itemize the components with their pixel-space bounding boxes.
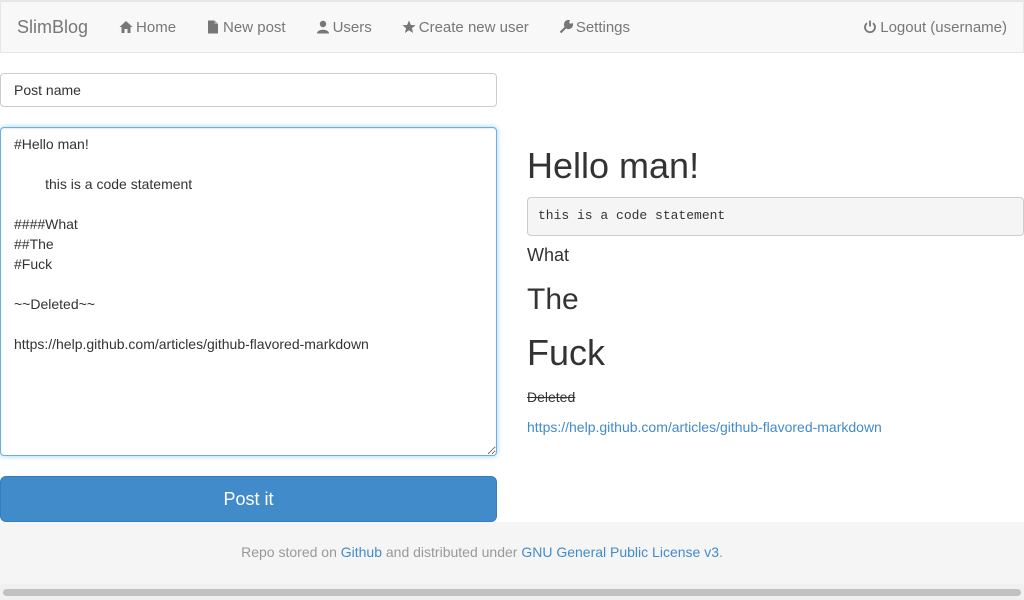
logout-link[interactable]: Logout (username) [848,2,1022,52]
navbar: SlimBlog Home New post Users Create new … [0,0,1024,53]
markdown-preview: Hello man! this is a code statement What… [527,140,1024,437]
nav-item-users[interactable]: Users [301,2,387,52]
star-icon [402,20,416,34]
brand[interactable]: SlimBlog [17,17,88,38]
nav-item-label: Settings [575,18,631,36]
nav-item-home[interactable]: Home [104,2,191,52]
footer-text-suffix: . [718,544,723,560]
preview-heading-1: Hello man! [527,145,700,186]
preview-heading-4: What [527,245,570,265]
post-name-input[interactable] [0,73,497,107]
wrench-icon [559,19,573,34]
license-link[interactable]: GNU General Public License v3 [521,544,719,560]
nav-item-label: Home [136,18,177,36]
home-icon [119,20,133,34]
preview-heading-1-second: Fuck [527,332,606,373]
scrollbar-thumb[interactable] [3,589,1021,596]
preview-deleted-text: Deleted [527,389,576,405]
post-it-button[interactable]: Post it [0,476,497,522]
github-link[interactable]: Github [341,544,382,560]
nav-menu: Home New post Users Create new user Sett… [104,2,645,52]
horizontal-scrollbar[interactable] [0,584,1024,600]
preview-code-block: this is a code statement [527,197,1024,236]
file-icon [206,20,220,34]
nav-item-label: New post [223,18,286,36]
power-icon [863,20,877,34]
footer-text-middle: and distributed under [382,544,522,560]
nav-item-label: Users [332,18,372,36]
nav-item-create-user[interactable]: Create new user [387,2,544,52]
nav-item-label: Create new user [418,18,529,36]
markdown-editor[interactable]: #Hello man! this is a code statement ###… [0,127,497,456]
user-icon [316,20,330,34]
footer: Repo stored on Github and distributed un… [0,522,1024,584]
logout-label: Logout (username) [880,18,1007,36]
preview-heading-2: The [527,283,579,316]
preview-link[interactable]: https://help.github.com/articles/github-… [527,417,1024,437]
nav-item-new-post[interactable]: New post [191,2,301,52]
nav-item-settings[interactable]: Settings [544,2,645,52]
footer-text-prefix: Repo stored on [241,544,341,560]
